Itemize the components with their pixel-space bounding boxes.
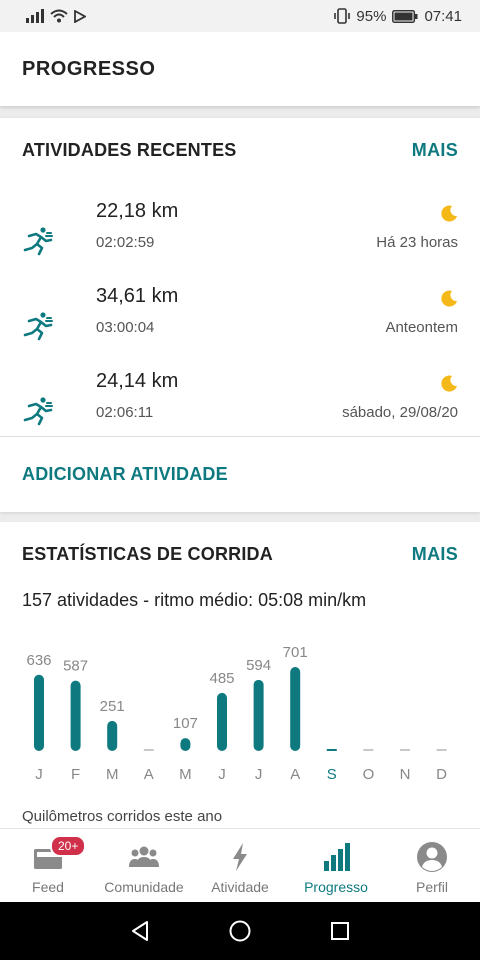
chart-bar — [290, 667, 301, 751]
recent-activities-card: ATIVIDADES RECENTES MAIS 22,18 km 02:02:… — [0, 118, 480, 512]
running-icon — [23, 397, 53, 426]
nav-item-profile[interactable]: Perfil — [384, 829, 480, 902]
chart-bar — [253, 679, 264, 751]
nav-label: Feed — [32, 879, 64, 895]
nav-item-community[interactable]: Comunidade — [96, 829, 192, 902]
chart-bar — [363, 749, 374, 751]
status-bar: 95% 07:41 — [0, 0, 480, 32]
activity-date: sábado, 29/08/20 — [342, 404, 458, 421]
notification-badge: 20+ — [50, 835, 87, 857]
chart-month-label: M — [106, 766, 119, 783]
page-header: PROGRESSO — [0, 32, 480, 106]
activity-duration: 02:06:11 — [96, 404, 154, 421]
bar-chart-icon — [324, 843, 350, 871]
chart-month-label: J — [255, 766, 263, 783]
battery-icon — [392, 9, 418, 23]
moon-icon — [441, 205, 457, 222]
activity-row[interactable]: 22,18 km 02:02:59 Há 23 horas — [0, 200, 480, 285]
moon-icon — [441, 290, 457, 307]
activity-distance: 24,14 km — [96, 370, 179, 392]
clock: 07:41 — [424, 7, 462, 25]
lightning-icon — [233, 843, 247, 871]
divider — [0, 436, 480, 437]
activity-duration: 02:02:59 — [96, 234, 155, 251]
chart-value-label: 701 — [283, 644, 308, 661]
activity-duration: 03:00:04 — [96, 319, 155, 336]
chart-month-label: A — [144, 766, 154, 783]
chart-bar — [326, 749, 337, 751]
chart-month-label: J — [218, 766, 226, 783]
chart-bar — [70, 680, 81, 751]
add-activity-button[interactable]: ADICIONAR ATIVIDADE — [22, 464, 228, 485]
chart-month-label: J — [35, 766, 43, 783]
nav-item-feed[interactable]: 20+ Feed — [0, 829, 96, 902]
recents-icon[interactable] — [328, 919, 352, 943]
chart-bar — [143, 749, 154, 751]
chart-value-label: 251 — [100, 698, 125, 715]
page-title: PROGRESSO — [22, 58, 156, 80]
chart-month-label: O — [363, 766, 375, 783]
chart-bar — [217, 692, 227, 751]
activity-date: Anteontem — [385, 319, 458, 336]
chart-bar — [34, 674, 44, 751]
activity-distance: 22,18 km — [96, 200, 179, 222]
signal-icon — [26, 9, 44, 23]
home-icon[interactable] — [228, 919, 252, 943]
chart-caption: Quilômetros corridos este ano — [22, 808, 223, 825]
nav-label: Comunidade — [104, 879, 184, 895]
chart-month-label: M — [179, 766, 192, 783]
vibrate-icon — [334, 8, 351, 24]
status-icons-left — [26, 9, 86, 23]
recent-activities-title: ATIVIDADES RECENTES — [22, 140, 237, 160]
status-icons-right: 95% 07:41 — [334, 8, 462, 25]
chart-month-label: A — [290, 766, 300, 783]
recent-activities-more-link[interactable]: MAIS — [412, 140, 458, 161]
running-icon — [23, 227, 53, 256]
chart-bar — [400, 749, 410, 751]
chart-bar — [107, 720, 118, 751]
play-store-icon — [74, 9, 86, 23]
activity-row[interactable]: 34,61 km 03:00:04 Anteontem — [0, 285, 480, 370]
chart-month-label: S — [327, 766, 337, 783]
chart-bar — [180, 738, 191, 751]
activity-date: Há 23 horas — [376, 234, 458, 251]
chart-month-label: F — [71, 766, 80, 783]
nav-label: Atividade — [211, 879, 269, 895]
chart-bar — [436, 749, 447, 751]
back-icon[interactable] — [128, 919, 152, 943]
monthly-distance-chart: 636 J 587 F 251 M A 107 M 485 J 594 J 701 A S O N D — [26, 644, 447, 783]
chart-month-label: D — [436, 766, 447, 783]
battery-percent: 95% — [356, 7, 387, 25]
running-stats-card: ESTATÍSTICAS DE CORRIDA MAIS 157 ativida… — [0, 522, 480, 832]
profile-icon — [417, 842, 447, 872]
chart-month-label: N — [400, 766, 411, 783]
system-navigation-bar — [0, 902, 480, 960]
activity-row[interactable]: 24,14 km 02:06:11 sábado, 29/08/20 — [0, 370, 480, 455]
nav-label: Progresso — [304, 879, 368, 895]
community-icon — [129, 846, 159, 867]
chart-value-label: 636 — [26, 652, 51, 669]
chart-value-label: 594 — [246, 657, 271, 674]
chart-value-label: 107 — [173, 715, 198, 732]
chart-value-label: 587 — [63, 658, 88, 675]
wifi-icon — [50, 9, 68, 23]
moon-icon — [441, 375, 457, 392]
nav-item-progress[interactable]: Progresso — [288, 829, 384, 902]
running-icon — [23, 312, 53, 341]
activity-distance: 34,61 km — [96, 285, 179, 307]
bottom-navigation: 20+ Feed Comunidade Atividade Progresso … — [0, 828, 480, 902]
nav-item-activity[interactable]: Atividade — [192, 829, 288, 902]
chart-value-label: 485 — [209, 670, 234, 687]
nav-label: Perfil — [416, 879, 448, 895]
